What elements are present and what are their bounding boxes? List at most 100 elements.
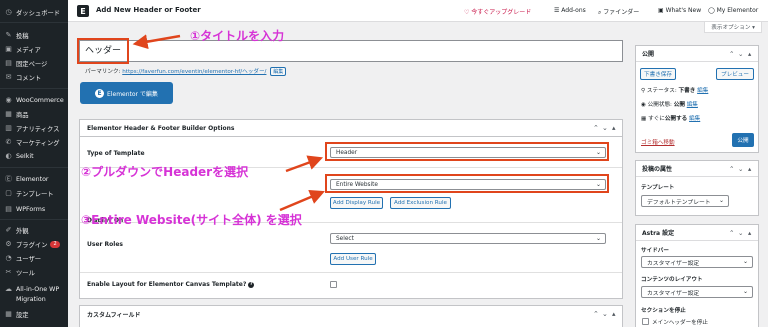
user-roles-select[interactable]: Select ⌄ <box>330 233 606 244</box>
caret-up-icon[interactable]: ▴ <box>612 124 616 132</box>
sidebar-item-plugins[interactable]: ⚙ プラグイン 2 <box>0 238 68 250</box>
sidebar-setting-label: サイドバー <box>641 248 669 254</box>
help-icon[interactable]: ? <box>248 281 255 288</box>
visibility-row: ◉ 公開状態: 公開 編集 <box>641 100 698 108</box>
schedule-edit-link[interactable]: 編集 <box>689 116 700 122</box>
sidebar-item-seokit[interactable]: ◐ SeIkit <box>0 150 68 162</box>
permalink-label: パーマリンク: <box>85 69 121 75</box>
sidebar-item-templates[interactable]: ▢ テンプレート <box>0 187 68 199</box>
sidebar-item-appearance[interactable]: ✐ 外観 <box>0 224 68 236</box>
media-icon: ▣ <box>5 45 12 53</box>
chevron-down-icon[interactable]: ⌄ <box>738 165 743 173</box>
type-of-template-select[interactable]: Header ⌄ <box>330 147 606 158</box>
save-draft-button[interactable]: 下書き保存 <box>640 68 676 80</box>
sidebar-item-analytics[interactable]: ▥ アナリティクス <box>0 122 68 134</box>
sidebar-item-settings[interactable]: ▦ 設定 <box>0 308 68 320</box>
add-user-rule-button[interactable]: Add User Rule <box>330 253 376 265</box>
chevron-down-icon: ⌄ <box>742 258 748 265</box>
chevron-down-icon[interactable]: ⌄ <box>602 124 608 132</box>
display-on-value: Entire Website <box>336 181 378 188</box>
my-elementor-link[interactable]: ◯ My Elementor <box>708 7 758 14</box>
finder-link[interactable]: ⌕ ファインダー <box>598 7 639 17</box>
chevron-down-icon: ⌄ <box>595 181 601 188</box>
sidebar-item-users[interactable]: ◔ ユーザー <box>0 252 68 264</box>
caret-up-icon[interactable]: ▴ <box>748 229 751 237</box>
status-edit-link[interactable]: 編集 <box>697 88 708 94</box>
elementor-icon: E <box>95 88 105 98</box>
sidebar-item-label: Elementor <box>16 175 49 183</box>
custom-fields-title: カスタムフィールド <box>87 311 141 319</box>
chevron-down-icon[interactable]: ⌄ <box>738 50 743 58</box>
screen-options-button[interactable]: 表示オプション ▾ <box>704 22 762 33</box>
schedule-value: 公開する <box>664 116 688 122</box>
addons-link[interactable]: ☰ Add-ons <box>554 7 586 14</box>
astra-settings-panel: Astra 設定 ⌃ ⌄ ▴ サイドバー カスタマイザー設定 ⌄ コンテンツのレイ… <box>635 224 759 327</box>
display-on-select[interactable]: Entire Website ⌄ <box>330 179 606 190</box>
sidebar-item-products[interactable]: ▦ 商品 <box>0 108 68 120</box>
options-box-title: Elementor Header & Footer Builder Option… <box>80 120 622 137</box>
sidebar-item-label: ダッシュボード <box>16 9 61 17</box>
template-label: テンプレート <box>641 185 675 191</box>
comment-icon: ✉ <box>5 73 12 81</box>
visibility-edit-link[interactable]: 編集 <box>687 102 698 108</box>
permalink-edit-button[interactable]: 編集 <box>270 67 287 76</box>
sidebar-item-posts[interactable]: ✎ 投稿 <box>0 29 68 41</box>
pin-icon: ⚲ <box>641 88 646 94</box>
chevron-down-icon: ⌄ <box>595 235 601 242</box>
template-select[interactable]: デフォルトテンプレート ⌄ <box>641 195 729 207</box>
sidebar-item-label: ユーザー <box>16 255 42 263</box>
elementor-icon: Ⓔ <box>5 175 12 183</box>
publish-button[interactable]: 公開 <box>732 133 754 147</box>
sidebar-item-media[interactable]: ▣ メディア <box>0 43 68 55</box>
edit-with-elementor-label: Elementor で編集 <box>107 90 158 98</box>
chevron-up-icon[interactable]: ⌃ <box>729 165 734 173</box>
whats-new-link[interactable]: ▣ What's New <box>658 7 701 14</box>
chevron-down-icon[interactable]: ⌄ <box>602 310 608 318</box>
publish-panel: 公開 ⌃ ⌄ ▴ 下書き保存 プレビュー ⚲ ステータス: 下書き 編集 ◉ 公… <box>635 45 759 153</box>
page-attributes-panel: 投稿の属性 ⌃ ⌄ ▴ テンプレート デフォルトテンプレート ⌄ <box>635 160 759 216</box>
sidebar-item-dashboard[interactable]: ◷ ダッシュボード <box>0 6 68 18</box>
content-layout-label: コンテンツのレイアウト <box>641 277 703 283</box>
chevron-up-icon[interactable]: ⌃ <box>729 50 734 58</box>
visibility-label: 公開状態: <box>647 102 674 108</box>
pin-icon: ✎ <box>5 31 12 39</box>
sidebar-item-tools[interactable]: ✂ ツール <box>0 266 68 278</box>
sidebar-item-elementor[interactable]: Ⓔ Elementor <box>0 173 68 185</box>
permalink-url[interactable]: https://faverfun.com/eventin/elementor-h… <box>122 69 266 75</box>
canvas-template-checkbox[interactable] <box>330 281 337 288</box>
sidebar-item-label: All-in-One WP <box>16 285 60 293</box>
sidebar-item-wpforms[interactable]: ▤ WPForms <box>0 203 68 215</box>
analytics-icon: ▥ <box>5 124 12 132</box>
sidebar-item-label: アナリティクス <box>16 125 60 133</box>
chevron-up-icon[interactable]: ⌃ <box>729 229 734 237</box>
chevron-up-icon[interactable]: ⌃ <box>593 310 599 318</box>
sidebar-item-pages[interactable]: ▤ 固定ページ <box>0 57 68 69</box>
move-to-trash-link[interactable]: ゴミ箱へ移動 <box>641 138 675 146</box>
permalink-row: パーマリンク: https://faverfun.com/eventin/ele… <box>85 67 287 76</box>
tools-icon: ✂ <box>5 268 12 276</box>
chevron-down-icon: ⌄ <box>742 288 748 295</box>
caret-up-icon[interactable]: ▴ <box>612 310 616 318</box>
disable-sections-label: セクションを停止 <box>641 308 686 314</box>
sidebar-item-migration-line2[interactable]: Migration <box>0 293 68 305</box>
chevron-down-icon[interactable]: ⌄ <box>738 229 743 237</box>
caret-up-icon[interactable]: ▴ <box>748 50 751 58</box>
caret-up-icon[interactable]: ▴ <box>748 165 751 173</box>
chevron-up-icon[interactable]: ⌃ <box>593 124 599 132</box>
disable-main-header-checkbox[interactable] <box>642 318 649 325</box>
sidebar-item-comments[interactable]: ✉ コメント <box>0 71 68 83</box>
content-layout-select[interactable]: カスタマイザー設定 ⌄ <box>641 286 753 298</box>
preview-button[interactable]: プレビュー <box>716 68 754 80</box>
sidebar-setting-value: カスタマイザー設定 <box>647 260 700 267</box>
sidebar-item-label: Migration <box>16 295 46 303</box>
post-title-input[interactable]: ヘッダー <box>79 40 623 62</box>
sidebar-item-label: ツール <box>16 269 35 277</box>
add-exclusion-rule-button[interactable]: Add Exclusion Rule <box>390 197 451 209</box>
sidebar-item-woocommerce[interactable]: ◉ WooCommerce <box>0 94 68 106</box>
sidebar-setting-select[interactable]: カスタマイザー設定 ⌄ <box>641 256 753 268</box>
upgrade-link[interactable]: ♡ 今すぐアップグレード <box>464 7 531 16</box>
calendar-icon: ▦ <box>641 116 647 122</box>
sidebar-item-marketing[interactable]: ✆ マーケティング <box>0 136 68 148</box>
edit-with-elementor-button[interactable]: E Elementor で編集 <box>80 82 173 104</box>
add-display-rule-button[interactable]: Add Display Rule <box>330 197 383 209</box>
